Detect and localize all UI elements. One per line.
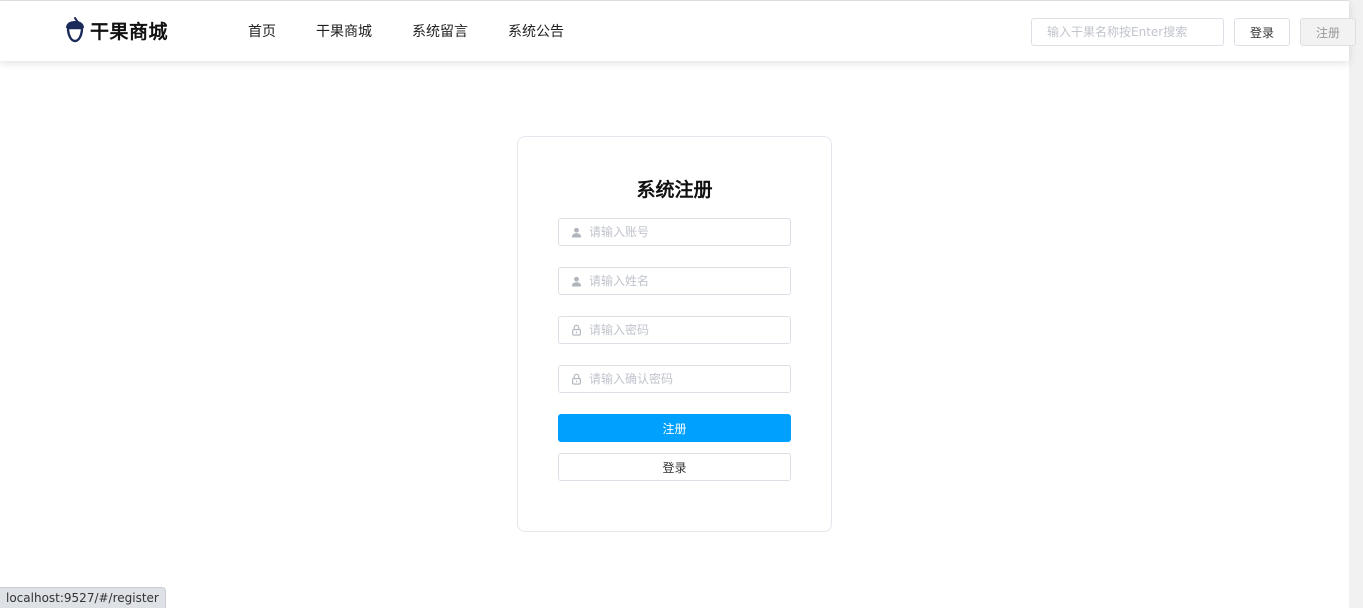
- nav-home[interactable]: 首页: [248, 21, 276, 41]
- form-title: 系统注册: [636, 179, 713, 201]
- login-button[interactable]: 登录: [558, 453, 791, 481]
- user-icon: [569, 274, 583, 288]
- account-input[interactable]: [589, 220, 790, 244]
- nav-announcements[interactable]: 系统公告: [508, 21, 564, 41]
- name-field[interactable]: [558, 267, 791, 295]
- header-register-button[interactable]: 注册: [1300, 18, 1356, 46]
- password-input[interactable]: [589, 318, 790, 342]
- lock-icon: [569, 372, 583, 386]
- acorn-logo-icon: [64, 16, 86, 44]
- page-scrollbar[interactable]: [1349, 0, 1363, 608]
- search-input[interactable]: [1031, 18, 1224, 46]
- confirm-password-input[interactable]: [589, 367, 790, 391]
- site-logo[interactable]: 干果商城: [64, 16, 168, 44]
- register-button[interactable]: 注册: [558, 414, 791, 442]
- register-card: 系统注册 请输入账号 请输入姓名 注册 登录: [517, 136, 832, 532]
- name-input[interactable]: [589, 269, 790, 293]
- nav-messages[interactable]: 系统留言: [412, 21, 468, 41]
- lock-icon: [569, 323, 583, 337]
- main-nav: 首页 干果商城 系统留言 系统公告: [248, 1, 604, 61]
- user-icon: [569, 225, 583, 239]
- nav-shop[interactable]: 干果商城: [316, 21, 372, 41]
- header-login-button[interactable]: 登录: [1234, 18, 1290, 46]
- top-header: 干果商城 首页 干果商城 系统留言 系统公告 登录 注册: [0, 1, 1356, 61]
- account-field[interactable]: [558, 218, 791, 246]
- logo-text: 干果商城: [90, 20, 169, 43]
- browser-status-url: localhost:9527/#/register: [0, 587, 166, 608]
- password-field[interactable]: [558, 316, 791, 344]
- confirm-password-field[interactable]: [558, 365, 791, 393]
